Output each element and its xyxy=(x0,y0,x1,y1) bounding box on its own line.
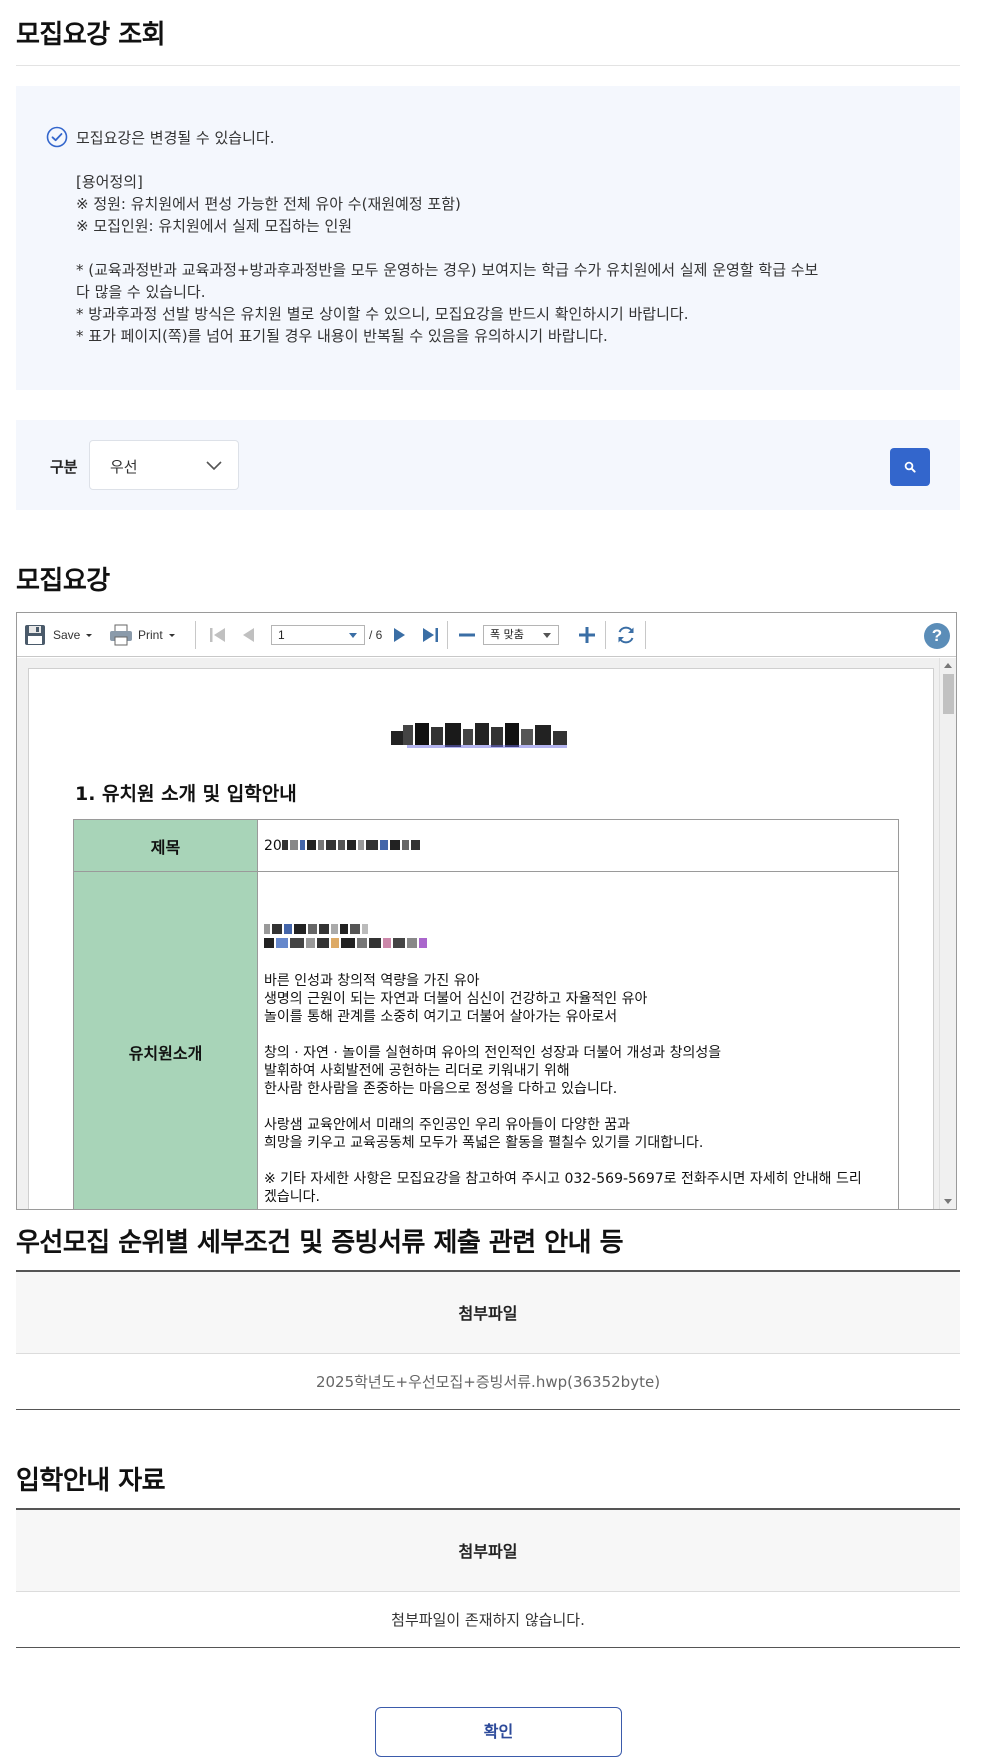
refresh-button[interactable] xyxy=(615,613,637,657)
minus-icon xyxy=(459,633,475,637)
intro-line: 겠습니다. xyxy=(264,1189,320,1205)
viewer-body: 1. 유치원 소개 및 입학안내 제목 20 유치원소개 바른 인성과 창의적 … xyxy=(17,658,956,1209)
notice-note: * 표가 페이지(쪽)를 넘어 표기될 경우 내용이 반복될 수 있음을 유의하… xyxy=(76,327,608,345)
zoom-out-button[interactable] xyxy=(457,613,477,657)
obscured-title-image xyxy=(391,723,567,748)
notice-note: * (교육과정반과 교육과정+방과후과정반을 모두 운영하는 경우) 보여지는 … xyxy=(76,261,819,301)
intro-line: 사랑샘 교육안에서 미래의 주인공인 우리 유아들이 다양한 꿈과 xyxy=(264,1117,631,1133)
search-icon xyxy=(904,461,916,473)
previous-page-button[interactable] xyxy=(239,613,259,657)
printer-icon xyxy=(110,624,132,646)
filter-box: 구분 우선 xyxy=(16,420,960,510)
scroll-down-arrow-icon[interactable] xyxy=(944,1199,952,1204)
document-page: 1. 유치원 소개 및 입학안내 제목 20 유치원소개 바른 인성과 창의적 … xyxy=(28,668,934,1209)
priority-attachment-table: 첨부파일 2025학년도+우선모집+증빙서류.hwp(36352byte) xyxy=(16,1270,960,1410)
intro-line: 놀이를 통해 관계를 소중히 여기고 더불어 살아가는 유아로서 xyxy=(264,1009,618,1025)
chevron-down-icon xyxy=(206,461,222,471)
next-page-button[interactable] xyxy=(389,613,409,657)
scroll-up-arrow-icon[interactable] xyxy=(944,663,952,668)
save-button[interactable]: Save xyxy=(23,613,94,657)
save-label: Save xyxy=(53,628,81,642)
obscured-title-text xyxy=(281,839,420,852)
intro-line: 희망을 키우고 교육공동체 모두가 폭넓은 활동을 펼칠수 있기를 기대합니다. xyxy=(264,1135,704,1151)
print-button[interactable]: Print xyxy=(108,613,177,657)
category-select-value: 우선 xyxy=(110,458,138,476)
caret-down-icon xyxy=(86,634,93,637)
floppy-disk-icon xyxy=(25,625,45,645)
first-page-button[interactable] xyxy=(207,613,229,657)
document-row-value: 20 xyxy=(257,819,899,872)
refresh-icon xyxy=(618,626,634,644)
zoom-in-button[interactable] xyxy=(577,613,597,657)
print-label: Print xyxy=(138,628,163,642)
notice-note: * 방과후과정 선발 방식은 유치원 별로 상이할 수 있으니, 모집요강을 반… xyxy=(76,305,689,323)
intro-line: 생명의 근원이 되는 자연과 더불어 심신이 건강하고 자율적인 유아 xyxy=(264,991,648,1007)
title-divider xyxy=(16,65,960,66)
notice-body: [용어정의] ※ 정원: 유치원에서 편성 가능한 전체 유아 수(재원예정 포… xyxy=(76,171,916,347)
obscured-title-prefix: 20 xyxy=(264,837,282,854)
document-row-intro: 유치원소개 바른 인성과 창의적 역량을 가진 유아 생명의 근원이 되는 자연… xyxy=(73,871,899,1209)
caret-down-icon xyxy=(349,633,357,638)
previous-page-icon xyxy=(243,628,254,642)
admission-attachment-table: 첨부파일 첨부파일이 존재하지 않습니다. xyxy=(16,1508,960,1648)
toolbar-divider xyxy=(195,621,196,649)
category-select[interactable]: 우선 xyxy=(89,440,239,490)
page-title: 모집요강 조회 xyxy=(16,20,166,50)
definition-recruit: ※ 모집인원: 유치원에서 실제 모집하는 인원 xyxy=(76,217,353,235)
notice-head-text: 모집요강은 변경될 수 있습니다. xyxy=(76,128,275,147)
priority-section-title: 우선모집 순위별 세부조건 및 증빙서류 제출 관련 안내 등 xyxy=(16,1228,624,1258)
caret-down-icon xyxy=(543,633,551,638)
intro-line: 한사람 한사람을 존중하는 마음으로 정성을 다하고 있습니다. xyxy=(264,1081,618,1097)
notice-head: 모집요강은 변경될 수 있습니다. xyxy=(46,126,274,148)
scroll-thumb[interactable] xyxy=(943,674,954,714)
help-icon[interactable]: ? xyxy=(924,623,950,649)
plus-icon xyxy=(579,627,595,643)
intro-line: 발휘하여 사회발전에 공헌하는 리더로 키워내기 위해 xyxy=(264,1063,570,1079)
viewer-scrollbar[interactable] xyxy=(939,658,956,1209)
attachment-file-link[interactable]: 2025학년도+우선모집+증빙서류.hwp(36352byte) xyxy=(16,1353,960,1410)
zoom-select[interactable]: 폭 맞춤 xyxy=(483,625,559,645)
filter-label: 구분 xyxy=(50,458,78,476)
admission-section-title: 입학안내 자료 xyxy=(16,1466,166,1496)
caret-down-icon xyxy=(168,634,175,637)
definition-capacity: ※ 정원: 유치원에서 편성 가능한 전체 유아 수(재원예정 포함) xyxy=(76,195,461,213)
definitions-title: [용어정의] xyxy=(76,173,143,191)
zoom-select-value: 폭 맞춤 xyxy=(490,628,524,641)
obscured-intro-text xyxy=(264,924,892,936)
page-number-value: 1 xyxy=(278,628,285,642)
attachment-column-header: 첨부파일 xyxy=(16,1508,960,1592)
document-section-heading: 1. 유치원 소개 및 입학안내 xyxy=(75,783,297,805)
intro-line: ※ 기타 자세한 사항은 모집요강을 참고하여 주시고 032-569-5697… xyxy=(264,1171,862,1187)
attachment-empty-message: 첨부파일이 존재하지 않습니다. xyxy=(16,1591,960,1648)
document-row-title: 제목 20 xyxy=(73,819,899,872)
confirm-button[interactable]: 확인 xyxy=(375,1707,622,1757)
page: 모집요강 조회 모집요강은 변경될 수 있습니다. [용어정의] ※ 정원: 유… xyxy=(0,0,984,1757)
notice-box: 모집요강은 변경될 수 있습니다. [용어정의] ※ 정원: 유치원에서 편성 … xyxy=(16,86,960,390)
attachment-column-header: 첨부파일 xyxy=(16,1270,960,1354)
document-title-obscured xyxy=(29,717,935,757)
intro-line: 창의 · 자연 · 놀이를 실현하며 유아의 전인적인 성장과 더불어 개성과 … xyxy=(264,1045,722,1061)
intro-line: 바른 인성과 창의적 역량을 가진 유아 xyxy=(264,973,480,989)
document-info-table: 제목 20 유치원소개 바른 인성과 창의적 역량을 가진 유아 생명의 근원이… xyxy=(73,819,899,1209)
report-viewer: Save Print 1 / 6 폭 맞춤 ? 1. 유치원 소개 및 입학안내… xyxy=(16,612,957,1210)
document-row-value: 바른 인성과 창의적 역량을 가진 유아 생명의 근원이 되는 자연과 더불어 … xyxy=(257,871,899,1209)
next-page-icon xyxy=(394,628,405,642)
page-number-input[interactable]: 1 xyxy=(271,625,365,645)
guide-section-title: 모집요강 xyxy=(16,566,110,596)
first-page-icon xyxy=(210,628,225,642)
document-row-header: 제목 xyxy=(73,819,258,872)
last-page-button[interactable] xyxy=(419,613,441,657)
toolbar-divider xyxy=(447,621,448,649)
toolbar-divider xyxy=(605,621,606,649)
obscured-intro-text xyxy=(264,938,892,950)
search-button[interactable] xyxy=(890,448,930,486)
document-row-header: 유치원소개 xyxy=(73,871,258,1209)
last-page-icon xyxy=(423,628,438,642)
intro-text: 바른 인성과 창의적 역량을 가진 유아 생명의 근원이 되는 자연과 더불어 … xyxy=(264,972,892,1206)
check-circle-icon xyxy=(46,126,68,148)
page-total: / 6 xyxy=(369,628,383,642)
viewer-toolbar: Save Print 1 / 6 폭 맞춤 ? xyxy=(17,613,956,657)
toolbar-divider xyxy=(645,621,646,649)
